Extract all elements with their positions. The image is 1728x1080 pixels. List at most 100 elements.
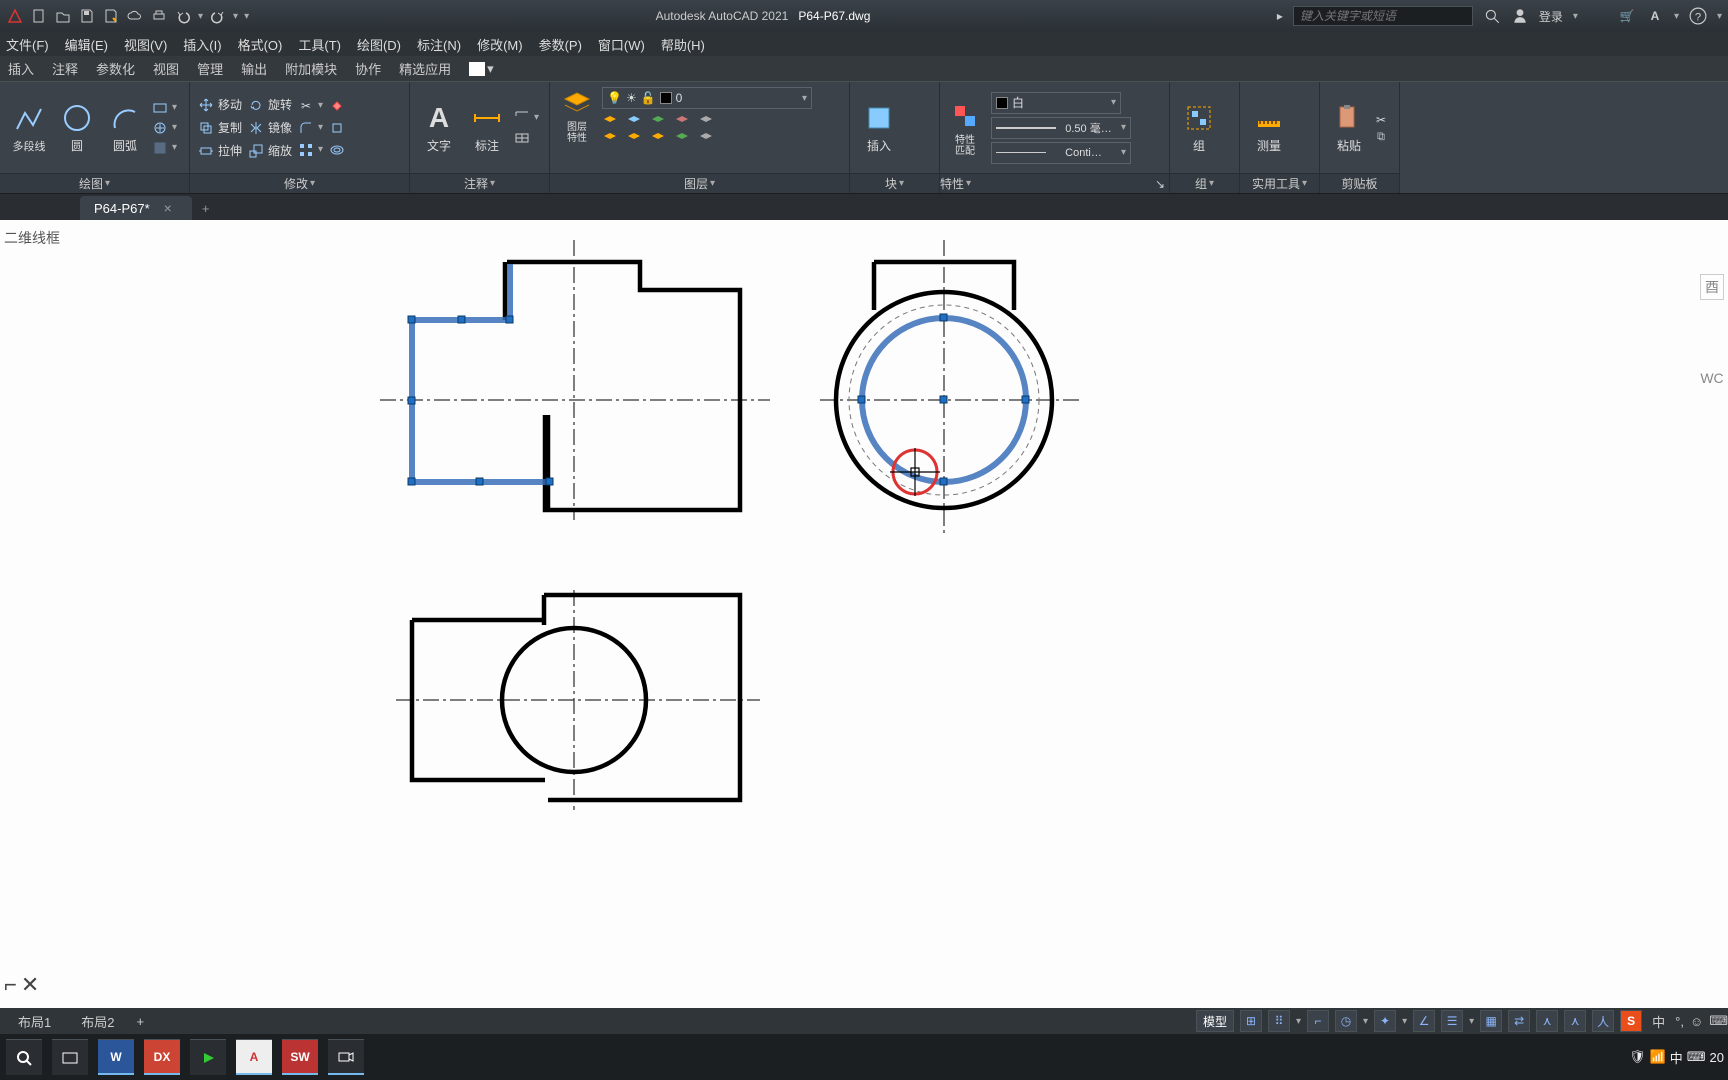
shield-icon[interactable]: 🛡 [1629, 1049, 1646, 1065]
ime-punct-icon[interactable]: °, [1675, 1014, 1684, 1029]
cart-icon[interactable]: 🛒 [1618, 7, 1636, 25]
snap-icon[interactable]: ⠿ [1268, 1010, 1290, 1032]
undo-dropdown[interactable]: ▾ [198, 11, 203, 22]
new-tab-button[interactable]: + [192, 197, 220, 220]
redo-dropdown[interactable]: ▾ [233, 11, 238, 22]
new-icon[interactable] [30, 7, 48, 25]
cloud-icon[interactable] [126, 7, 144, 25]
layer-properties-button[interactable]: 图层特性 [558, 86, 596, 144]
hatch-button[interactable]: ▾ [152, 120, 177, 136]
layer-tool8-icon[interactable] [650, 129, 666, 143]
tab-parametric[interactable]: 参数化 [96, 59, 135, 78]
linetype-select[interactable]: Conti…▾ [991, 142, 1131, 164]
menu-dim[interactable]: 标注(N) [417, 35, 461, 54]
menu-edit[interactable]: 编辑(E) [65, 35, 108, 54]
group-panel-title[interactable]: 组 [1195, 175, 1207, 192]
media-icon[interactable] [190, 1039, 226, 1075]
tab-output[interactable]: 输出 [241, 59, 267, 78]
save-icon[interactable] [78, 7, 96, 25]
layout-tab-1[interactable]: 布局1 [10, 1009, 59, 1034]
rotate-button[interactable]: 旋转 [248, 96, 292, 113]
layer-select[interactable]: 💡 ☀ 🔓 0 ▾ [602, 87, 812, 109]
mirror-button[interactable]: 镜像 [248, 119, 292, 136]
polyline-button[interactable]: 多段线 [8, 102, 50, 154]
tab-insert[interactable]: 插入 [8, 59, 34, 78]
redo-icon[interactable] [209, 7, 227, 25]
erase-button[interactable] [329, 98, 345, 114]
close-icon[interactable]: × [164, 200, 172, 216]
menu-help[interactable]: 帮助(H) [661, 35, 705, 54]
polar-icon[interactable]: ◷ [1335, 1010, 1357, 1032]
add-layout-button[interactable]: + [136, 1014, 144, 1029]
menu-window[interactable]: 窗口(W) [598, 35, 645, 54]
3dosnap-icon[interactable]: ⋏ [1564, 1010, 1586, 1032]
document-tab[interactable]: P64-P67* × [80, 196, 192, 220]
dx-icon[interactable]: DX [144, 1039, 180, 1075]
annot-panel-title[interactable]: 注释 [464, 175, 488, 192]
search-tk-icon[interactable] [6, 1039, 42, 1075]
match-properties-button[interactable]: 特性匹配 [948, 99, 982, 157]
transparency-icon[interactable]: ▦ [1480, 1010, 1502, 1032]
modify-panel-title[interactable]: 修改 [284, 175, 308, 192]
solidworks-icon[interactable]: SW [282, 1039, 318, 1075]
autocad-logo[interactable] [6, 7, 24, 25]
tab-featured[interactable]: 精选应用 [399, 59, 451, 78]
arc-button[interactable]: 圆弧 [104, 101, 146, 154]
taskview-icon[interactable] [52, 1039, 88, 1075]
tab-addin[interactable]: 附加模块 [285, 59, 337, 78]
insert-block-button[interactable]: 插入 [858, 101, 900, 154]
tab-collab[interactable]: 协作 [355, 59, 381, 78]
rect-button[interactable]: ▾ [152, 100, 177, 116]
ime-cn[interactable]: 中 [1648, 1012, 1669, 1031]
ann-icon[interactable]: 人 [1592, 1010, 1614, 1032]
recorder-icon[interactable] [328, 1039, 364, 1075]
tab-extra[interactable]: ▾ [469, 61, 494, 77]
help-icon[interactable]: ? [1689, 7, 1707, 25]
ime-lang[interactable]: 中 [1670, 1048, 1683, 1067]
menu-file[interactable]: 文件(F) [6, 35, 49, 54]
layer-tool6-icon[interactable] [602, 129, 618, 143]
tab-annotate[interactable]: 注释 [52, 59, 78, 78]
osnap-icon[interactable]: ✦ [1374, 1010, 1396, 1032]
circle-button[interactable]: 圆 [56, 101, 98, 154]
dyn-icon[interactable]: ⋏ [1536, 1010, 1558, 1032]
measure-button[interactable]: 测量 [1248, 101, 1290, 154]
stretch-button[interactable]: 拉伸 [198, 142, 242, 159]
open-icon[interactable] [54, 7, 72, 25]
tab-manage[interactable]: 管理 [197, 59, 223, 78]
otrack-icon[interactable]: ∠ [1413, 1010, 1435, 1032]
lweight-icon[interactable]: ☰ [1441, 1010, 1463, 1032]
menu-tools[interactable]: 工具(T) [298, 35, 341, 54]
tab-view[interactable]: 视图 [153, 59, 179, 78]
wifi-icon[interactable]: 📶 [1650, 1049, 1666, 1065]
clock[interactable]: 20 [1710, 1050, 1724, 1065]
ime-kb-icon[interactable]: ⌨ [1709, 1013, 1728, 1029]
command-close-button[interactable]: ⌐✕ [4, 972, 39, 998]
saveas-icon[interactable] [102, 7, 120, 25]
ortho-icon[interactable]: ⌐ [1307, 1010, 1329, 1032]
search-icon[interactable] [1483, 7, 1501, 25]
arrow-icon[interactable]: ▸ [1277, 9, 1283, 23]
ime-emoji-icon[interactable]: ☺ [1690, 1014, 1703, 1029]
explode-button[interactable] [329, 120, 345, 136]
menu-format[interactable]: 格式(O) [238, 35, 283, 54]
layers-panel-title[interactable]: 图层 [684, 175, 708, 192]
layer-tool10-icon[interactable] [698, 129, 714, 143]
layer-tool9-icon[interactable] [674, 129, 690, 143]
text-button[interactable]: A 文字 [418, 101, 460, 154]
draw-panel-title[interactable]: 绘图 [79, 175, 103, 192]
undo-icon[interactable] [174, 7, 192, 25]
dimension-button[interactable]: 标注 [466, 101, 508, 154]
table-button[interactable] [514, 130, 539, 146]
layout-tab-2[interactable]: 布局2 [73, 1009, 122, 1034]
menu-param[interactable]: 参数(P) [539, 35, 582, 54]
user-icon[interactable] [1511, 7, 1529, 25]
autocad-tk-icon[interactable]: A [236, 1039, 272, 1075]
props-panel-title[interactable]: 特性 [940, 175, 964, 192]
copy-button[interactable]: 复制 [198, 119, 242, 136]
menu-draw[interactable]: 绘图(D) [357, 35, 401, 54]
color-select[interactable]: 白▾ [991, 92, 1121, 114]
layer-tool4-icon[interactable] [674, 112, 690, 126]
util-panel-title[interactable]: 实用工具 [1252, 175, 1300, 192]
paste-button[interactable]: 粘贴 [1328, 101, 1370, 154]
